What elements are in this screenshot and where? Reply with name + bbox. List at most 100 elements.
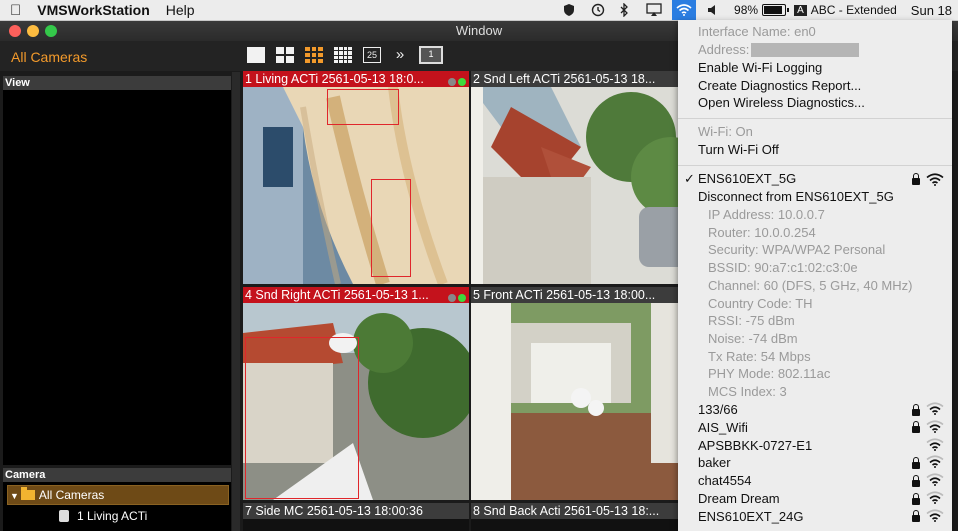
wifi-menu-icon[interactable]: [672, 0, 697, 20]
connected-network-icons: [912, 172, 944, 186]
network-item-icons: [926, 438, 944, 453]
panel-splitter[interactable]: [232, 72, 240, 531]
network-item[interactable]: AIS_Wifi: [698, 419, 748, 437]
camera-panel-header: Camera: [3, 468, 231, 482]
layout-25-button[interactable]: 25: [363, 47, 381, 63]
view-panel: [3, 90, 231, 465]
network-detail-row: Security: WPA/WPA2 Personal: [708, 242, 886, 258]
wifi-signal-icon: [926, 491, 944, 507]
turn-wifi-off[interactable]: Turn Wi-Fi Off: [698, 141, 779, 159]
view-panel-header: View: [3, 76, 231, 90]
camera-tile[interactable]: 8 Snd Back Acti 2561-05-13 18:...: [471, 503, 697, 531]
wifi-signal-icon: [926, 420, 944, 436]
wifi-dropdown-menu: Interface Name: en0 Address: Enable Wi-F…: [678, 20, 952, 531]
input-source-badge[interactable]: A: [794, 4, 807, 16]
bluetooth-icon[interactable]: [618, 2, 634, 18]
camera-tile-header: 2 Snd Left ACTi 2561-05-13 18...: [471, 71, 697, 87]
camera-tile[interactable]: 1 Living ACTi 2561-05-13 18:0...: [243, 71, 469, 284]
camera-title: 8 Snd Back Acti 2561-05-13 18:...: [473, 504, 660, 518]
window-title: Window: [455, 23, 503, 38]
layout-2x2-button[interactable]: [276, 47, 294, 63]
wifi-signal-icon: [926, 402, 944, 418]
network-detail-row: Channel: 60 (DFS, 5 GHz, 40 MHz): [708, 277, 913, 293]
camera-title: 4 Snd Right ACTi 2561-05-13 1...: [245, 288, 429, 302]
network-item[interactable]: baker: [698, 454, 731, 472]
camera-video[interactable]: [243, 303, 469, 500]
menu-bar:  VMSWorkStation Help 98% A ABC - Extend…: [0, 0, 958, 21]
minimize-window-button[interactable]: [27, 25, 39, 37]
camera-tile[interactable]: 2 Snd Left ACTi 2561-05-13 18...: [471, 71, 697, 284]
camera-title: 7 Side MC 2561-05-13 18:00:36: [245, 504, 423, 518]
lock-icon: [912, 510, 920, 523]
network-name: ENS610EXT_5G: [698, 171, 797, 186]
connected-network[interactable]: ✓ ENS610EXT_5G: [684, 170, 796, 188]
camera-video[interactable]: [243, 86, 469, 284]
camera-title: 2 Snd Left ACTi 2561-05-13 18...: [473, 72, 656, 86]
layout-4x4-button[interactable]: [334, 47, 352, 63]
address-row: Address:: [698, 41, 860, 59]
zoom-window-button[interactable]: [45, 25, 57, 37]
shield-icon[interactable]: [562, 3, 578, 17]
motion-box: [245, 337, 359, 499]
network-item[interactable]: 133/66: [698, 401, 738, 419]
network-detail-row: Noise: -74 dBm: [708, 330, 798, 346]
camera-tree: ▼ All Cameras 1 Living ACTi: [3, 482, 231, 531]
create-diagnostics-report[interactable]: Create Diagnostics Report...: [698, 77, 861, 95]
wifi-status: Wi-Fi: On: [698, 124, 753, 139]
lock-icon: [912, 403, 920, 416]
camera-tile-header: 8 Snd Back Acti 2561-05-13 18:...: [471, 503, 697, 519]
network-item[interactable]: ENS610EXT_24G: [698, 508, 804, 526]
network-item-icons: [912, 402, 944, 418]
network-detail-row: BSSID: 90:a7:c1:02:c3:0e: [708, 260, 858, 276]
camera-title: 5 Front ACTi 2561-05-13 18:00...: [473, 288, 656, 302]
apple-menu-icon[interactable]: : [0, 2, 29, 19]
layout-1x1-button[interactable]: [247, 47, 265, 63]
camera-video[interactable]: [471, 303, 697, 500]
network-item[interactable]: Dream Dream: [698, 490, 780, 508]
close-window-button[interactable]: [9, 25, 21, 37]
camera-tile[interactable]: 7 Side MC 2561-05-13 18:00:36: [243, 503, 469, 531]
menubar-clock[interactable]: Sun 18: [911, 3, 952, 18]
motion-box: [371, 179, 411, 277]
wifi-signal-icon: [926, 509, 944, 525]
battery-icon[interactable]: [762, 4, 790, 16]
app-menu[interactable]: VMSWorkStation: [29, 2, 158, 18]
monitor-button[interactable]: 1: [419, 46, 443, 64]
network-detail-row: PHY Mode: 802.11ac: [708, 366, 831, 382]
input-source-label[interactable]: ABC - Extended: [811, 3, 897, 17]
network-detail-row: IP Address: 10.0.0.7: [708, 207, 825, 222]
network-item[interactable]: APSBBKK-0727-E1: [698, 437, 812, 455]
volume-icon[interactable]: [706, 3, 722, 17]
tree-item-camera[interactable]: 1 Living ACTi: [59, 509, 147, 523]
network-detail-row: MCS Index: 3: [708, 384, 787, 399]
more-layouts-button[interactable]: »: [391, 47, 409, 63]
airplay-icon[interactable]: [646, 3, 662, 17]
camera-video[interactable]: [471, 87, 697, 284]
camera-tile-header: 1 Living ACTi 2561-05-13 18:0...: [243, 71, 469, 87]
address-label: Address:: [698, 42, 750, 57]
tree-item-label: All Cameras: [38, 488, 105, 502]
menu-separator: [678, 118, 952, 119]
network-item-icons: [912, 509, 944, 525]
network-item-icons: [912, 491, 944, 507]
tree-item-label: 1 Living ACTi: [77, 509, 148, 523]
network-detail-row: Router: 10.0.0.254: [708, 224, 816, 240]
checkmark-icon: ✓: [684, 171, 695, 186]
open-wireless-diagnostics[interactable]: Open Wireless Diagnostics...: [698, 94, 865, 112]
camera-icon: [59, 510, 69, 522]
layout-3x3-button[interactable]: [305, 47, 323, 63]
lock-icon: [912, 456, 920, 469]
wifi-signal-icon: [926, 172, 944, 186]
network-item[interactable]: chat4554: [698, 472, 752, 490]
time-machine-icon[interactable]: [590, 3, 606, 17]
camera-tile[interactable]: 5 Front ACTi 2561-05-13 18:00...: [471, 287, 697, 500]
help-menu[interactable]: Help: [158, 2, 203, 18]
disclosure-triangle-icon[interactable]: ▼: [10, 487, 19, 505]
network-item-icons: [912, 455, 944, 470]
camera-group-title: All Cameras: [11, 49, 88, 65]
disconnect-network[interactable]: Disconnect from ENS610EXT_5G: [698, 188, 894, 206]
camera-tile-header: 5 Front ACTi 2561-05-13 18:00...: [471, 287, 697, 303]
enable-wifi-logging[interactable]: Enable Wi-Fi Logging: [698, 59, 822, 77]
tree-item-all-cameras[interactable]: ▼ All Cameras: [7, 485, 229, 505]
camera-tile[interactable]: 4 Snd Right ACTi 2561-05-13 1...: [243, 287, 469, 500]
